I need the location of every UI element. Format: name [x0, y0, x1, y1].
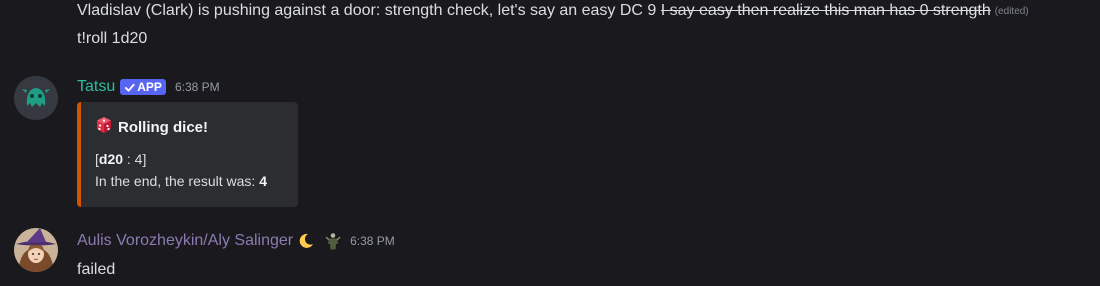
- app-badge: APP: [120, 79, 166, 95]
- result-label: In the end, the result was:: [95, 173, 256, 189]
- message-continuation[interactable]: Vladislav (Clark) is pushing against a d…: [77, 0, 1029, 23]
- username[interactable]: Aulis Vorozheykin/Aly Salinger: [77, 232, 293, 250]
- chat-messages: Vladislav (Clark) is pushing against a d…: [0, 0, 1100, 286]
- crescent-moon-icon[interactable]: [297, 232, 315, 250]
- edited-label: (edited): [994, 6, 1029, 17]
- strikethrough-text: I say easy then realize this man has 0 s…: [660, 2, 991, 19]
- message-text: Vladislav (Clark) is pushing against a d…: [77, 2, 657, 19]
- result-line: In the end, the result was: 4: [95, 170, 267, 192]
- character-figure-icon[interactable]: [325, 232, 341, 250]
- app-badge-label: APP: [137, 80, 162, 94]
- embed-description: [d20 : 4] In the end, the result was: 4: [95, 148, 267, 192]
- dice-icon: [95, 116, 113, 138]
- message-tatsu[interactable]: Tatsu APP 6:38 PM Rolling dice! [d20: 4…: [0, 74, 1100, 214]
- timestamp[interactable]: 6:38 PM: [175, 80, 220, 94]
- message-continuation[interactable]: t!roll 1d20: [77, 28, 147, 50]
- username[interactable]: Tatsu: [77, 78, 115, 96]
- tatsu-avatar-icon[interactable]: [14, 76, 58, 120]
- message-header: Aulis Vorozheykin/Aly Salinger 6:38 PM: [77, 230, 395, 252]
- embed-title: Rolling dice!: [95, 116, 208, 138]
- result-value: 4: [259, 173, 268, 189]
- roll-value: : 4]: [123, 151, 147, 167]
- checkmark-icon: [125, 83, 135, 92]
- embed-title-text: Rolling dice!: [118, 118, 208, 136]
- message-aulis[interactable]: Aulis Vorozheykin/Aly Salinger 6:38 PM f…: [0, 228, 1100, 286]
- timestamp[interactable]: 6:38 PM: [350, 234, 395, 248]
- message-header: Tatsu APP 6:38 PM: [77, 76, 220, 98]
- roll-die: d20: [98, 151, 124, 167]
- embed: Rolling dice! [d20 : 4] In the end, the …: [77, 102, 298, 207]
- message-text: failed: [77, 261, 116, 278]
- message-text: t!roll 1d20: [77, 30, 148, 47]
- witch-avatar-icon[interactable]: [14, 228, 58, 272]
- roll-line: [d20 : 4]: [95, 148, 267, 170]
